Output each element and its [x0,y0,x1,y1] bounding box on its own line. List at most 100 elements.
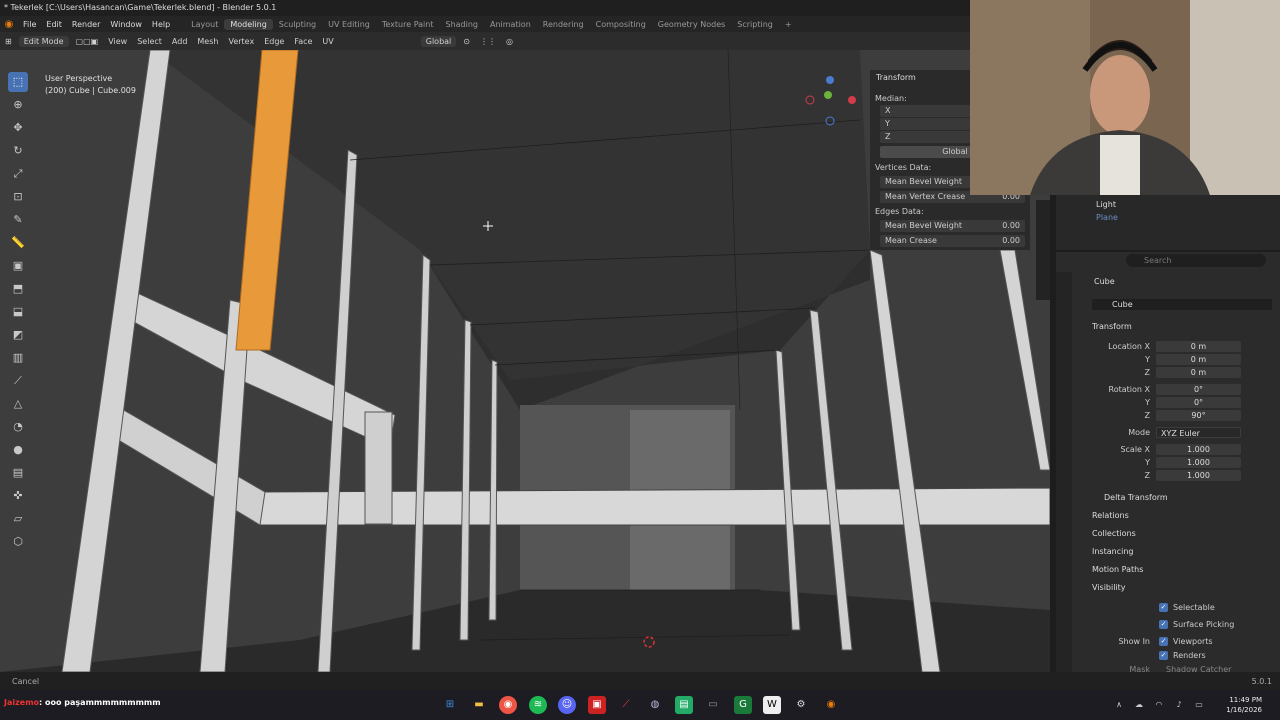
npanel-tabs[interactable] [1036,200,1050,300]
mean-crease-field[interactable]: Mean Crease 0.00 [880,235,1025,247]
tab-sculpting[interactable]: Sculpting [273,19,322,30]
app-settings-icon[interactable]: ⚙ [792,696,810,714]
menu-face[interactable]: Face [289,37,317,46]
inset-icon[interactable]: ⬓ [8,302,28,322]
rotate-icon[interactable]: ↻ [8,141,28,161]
discord-icon[interactable]: ☺ [558,696,576,714]
visibility-section[interactable]: Visibility [1092,583,1126,592]
file-explorer-icon[interactable]: ▬ [470,696,488,714]
tray-wifi-icon[interactable]: ◠ [1150,696,1168,714]
spin-icon[interactable]: ◔ [8,417,28,437]
snap-icon[interactable]: ⋮⋮ [475,37,501,46]
transform-section[interactable]: Transform [1092,322,1132,331]
annotate-icon[interactable]: ✎ [8,210,28,230]
outliner-item-plane[interactable]: Plane [1096,213,1118,222]
shrink-icon[interactable]: ✜ [8,486,28,506]
tab-shading[interactable]: Shading [439,19,484,30]
menu-mesh[interactable]: Mesh [192,37,223,46]
steam-icon[interactable]: ◍ [646,696,664,714]
bevel-icon[interactable]: ◩ [8,325,28,345]
scale-z-field[interactable]: 1.000 [1156,470,1241,481]
rotation-y-field[interactable]: 0° [1156,397,1241,408]
rotation-mode-select[interactable]: XYZ Euler [1156,427,1241,438]
scale-icon[interactable]: ⤢ [8,164,28,184]
add-cube-icon[interactable]: ▣ [8,256,28,276]
relations-section[interactable]: Relations [1092,511,1129,520]
add-workspace-button[interactable]: + [779,19,798,30]
menu-uv[interactable]: UV [317,37,338,46]
tab-compositing[interactable]: Compositing [590,19,652,30]
clock[interactable]: 11:49 PM 1/16/2026 [1226,695,1262,715]
rotation-x-field[interactable]: 0° [1156,384,1241,395]
tray-chevron-icon[interactable]: ∧ [1110,696,1128,714]
rip-icon[interactable]: ⬡ [8,532,28,552]
app-g-icon[interactable]: G [734,696,752,714]
object-name-field[interactable]: Cube [1092,299,1272,310]
mode-selector[interactable]: Edit Mode [18,35,69,47]
tab-uv-editing[interactable]: UV Editing [322,19,376,30]
editor-type-icon[interactable]: ⊞ [0,37,17,46]
surface-picking-checkbox[interactable]: ✓ [1159,620,1168,629]
menu-help[interactable]: Help [147,20,175,29]
app-green-icon[interactable]: ▤ [675,696,693,714]
proportional-edit-icon[interactable]: ◎ [501,37,518,46]
loop-cut-icon[interactable]: ▥ [8,348,28,368]
move-icon[interactable]: ✥ [8,118,28,138]
viewports-checkbox[interactable]: ✓ [1159,637,1168,646]
tray-battery-icon[interactable]: ▭ [1190,696,1208,714]
menu-view[interactable]: View [103,37,132,46]
tab-scripting[interactable]: Scripting [731,19,779,30]
chrome-icon[interactable]: ◉ [499,696,517,714]
app-w-icon[interactable]: W [763,696,781,714]
blender-logo-icon[interactable]: ◉ [0,19,18,30]
app-slash-icon[interactable]: ⟋ [617,696,635,714]
knife-icon[interactable]: ⟋ [8,371,28,391]
delta-transform-section[interactable]: Delta Transform [1104,493,1168,502]
motion-paths-section[interactable]: Motion Paths [1092,565,1143,574]
tray-network-icon[interactable]: ☁ [1130,696,1148,714]
tab-geometry-nodes[interactable]: Geometry Nodes [652,19,731,30]
menu-window[interactable]: Window [105,20,147,29]
tab-rendering[interactable]: Rendering [537,19,590,30]
extrude-icon[interactable]: ⬒ [8,279,28,299]
menu-edit[interactable]: Edit [41,20,67,29]
measure-icon[interactable]: 📏 [8,233,28,253]
instancing-section[interactable]: Instancing [1092,547,1133,556]
pivot-icon[interactable]: ⊙ [458,37,475,46]
properties-search-input[interactable]: Search [1126,254,1266,267]
selectable-checkbox[interactable]: ✓ [1159,603,1168,612]
menu-add[interactable]: Add [167,37,193,46]
collections-section[interactable]: Collections [1092,529,1136,538]
scale-y-field[interactable]: 1.000 [1156,457,1241,468]
menu-select[interactable]: Select [132,37,167,46]
transform-icon[interactable]: ⊡ [8,187,28,207]
menu-vertex[interactable]: Vertex [223,37,259,46]
scale-x-field[interactable]: 1.000 [1156,444,1241,455]
tab-animation[interactable]: Animation [484,19,537,30]
tray-volume-icon[interactable]: ♪ [1170,696,1188,714]
menu-edge[interactable]: Edge [259,37,289,46]
menu-render[interactable]: Render [67,20,105,29]
location-z-field[interactable]: 0 m [1156,367,1241,378]
renders-checkbox[interactable]: ✓ [1159,651,1168,660]
select-mode-icons[interactable]: ▢▢▣ [71,37,104,46]
edge-bevel-weight-field[interactable]: Mean Bevel Weight 0.00 [880,220,1025,232]
location-x-field[interactable]: 0 m [1156,341,1241,352]
cursor-icon[interactable]: ⊕ [8,95,28,115]
select-box-icon[interactable]: ⬚ [8,72,28,92]
app-gray-icon[interactable]: ▭ [704,696,722,714]
spotify-icon[interactable]: ≋ [529,696,547,714]
smooth-icon[interactable]: ● [8,440,28,460]
app-red-icon[interactable]: ▣ [588,696,606,714]
tab-layout[interactable]: Layout [185,19,224,30]
edge-slide-icon[interactable]: ▤ [8,463,28,483]
poly-build-icon[interactable]: △ [8,394,28,414]
orientation-selector[interactable]: Global [420,35,457,47]
outliner-item-light[interactable]: Light [1096,200,1116,209]
menu-file[interactable]: File [18,20,41,29]
shear-icon[interactable]: ▱ [8,509,28,529]
tab-modeling[interactable]: Modeling [224,18,273,30]
windows-start-icon[interactable]: ⊞ [441,696,459,714]
rotation-z-field[interactable]: 90° [1156,410,1241,421]
tab-texture-paint[interactable]: Texture Paint [376,19,440,30]
